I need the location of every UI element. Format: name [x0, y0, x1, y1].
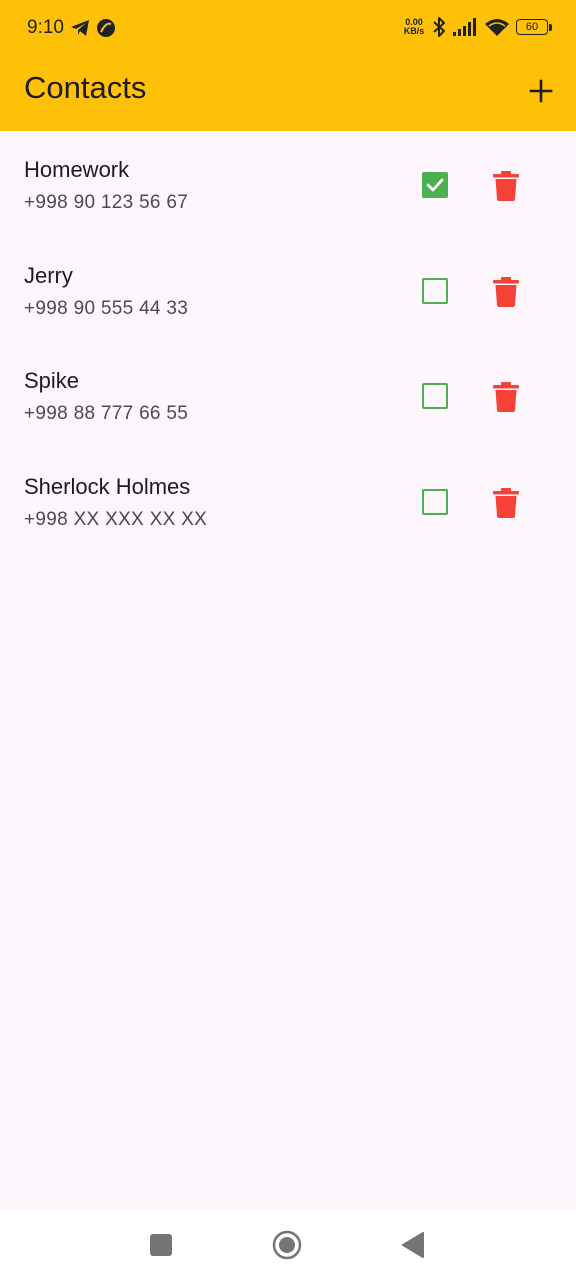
moon-icon [97, 19, 115, 37]
list-item[interactable]: Jerry +998 90 555 44 33 [0, 237, 576, 343]
contact-checkbox[interactable] [422, 172, 448, 198]
delete-icon[interactable] [493, 382, 519, 412]
contact-name: Jerry [24, 262, 73, 288]
system-nav-bar [0, 1210, 576, 1280]
contact-checkbox[interactable] [422, 383, 448, 409]
contact-name: Homework [24, 157, 130, 182]
back-button[interactable] [396, 1228, 430, 1262]
battery-icon: 60 [516, 19, 552, 35]
check-icon [426, 178, 444, 192]
status-right-icons: 0.00 KB/s 60 [402, 16, 552, 38]
contact-phone: +998 90 555 44 33 [24, 297, 189, 319]
status-time: 9:10 [27, 17, 64, 38]
plus-icon [529, 79, 553, 103]
contact-phone: +998 90 123 56 67 [24, 192, 189, 213]
bluetooth-icon [433, 17, 445, 37]
recents-button[interactable] [144, 1228, 178, 1262]
signal-icon [453, 18, 476, 36]
add-contact-button[interactable] [522, 72, 560, 110]
status-left-icons [70, 18, 116, 38]
list-item[interactable]: Sherlock Holmes +998 XX XXX XX XX [0, 448, 576, 554]
list-item[interactable]: Spike +998 88 777 66 55 [0, 342, 576, 448]
net-speed-unit: KB/s [403, 26, 425, 36]
delete-icon[interactable] [493, 487, 519, 518]
back-icon [402, 1232, 424, 1258]
home-button[interactable] [270, 1228, 304, 1262]
contact-checkbox[interactable] [422, 488, 448, 515]
home-icon [272, 1230, 302, 1260]
contact-list: Homework +998 90 123 56 67 Jerry +998 90… [0, 131, 576, 553]
page-title: Contacts [24, 70, 147, 105]
contact-phone: +998 XX XXX XX XX [24, 508, 208, 530]
recents-icon [150, 1234, 172, 1256]
list-item[interactable]: Homework +998 90 123 56 67 [0, 131, 576, 237]
contact-name: Sherlock Holmes [24, 473, 191, 499]
status-bar: 9:10 0.00 KB/s 60 [0, 0, 576, 58]
contact-checkbox[interactable] [422, 277, 448, 304]
app-bar: 9:10 0.00 KB/s 60 Contacts [0, 0, 576, 131]
contact-phone: +998 88 777 66 55 [24, 403, 189, 424]
telegram-icon [71, 20, 89, 36]
net-speed: 0.00 KB/s [402, 18, 426, 36]
delete-icon[interactable] [493, 171, 519, 201]
delete-icon[interactable] [493, 276, 519, 307]
contact-name: Spike [24, 368, 80, 393]
wifi-icon [485, 19, 509, 36]
